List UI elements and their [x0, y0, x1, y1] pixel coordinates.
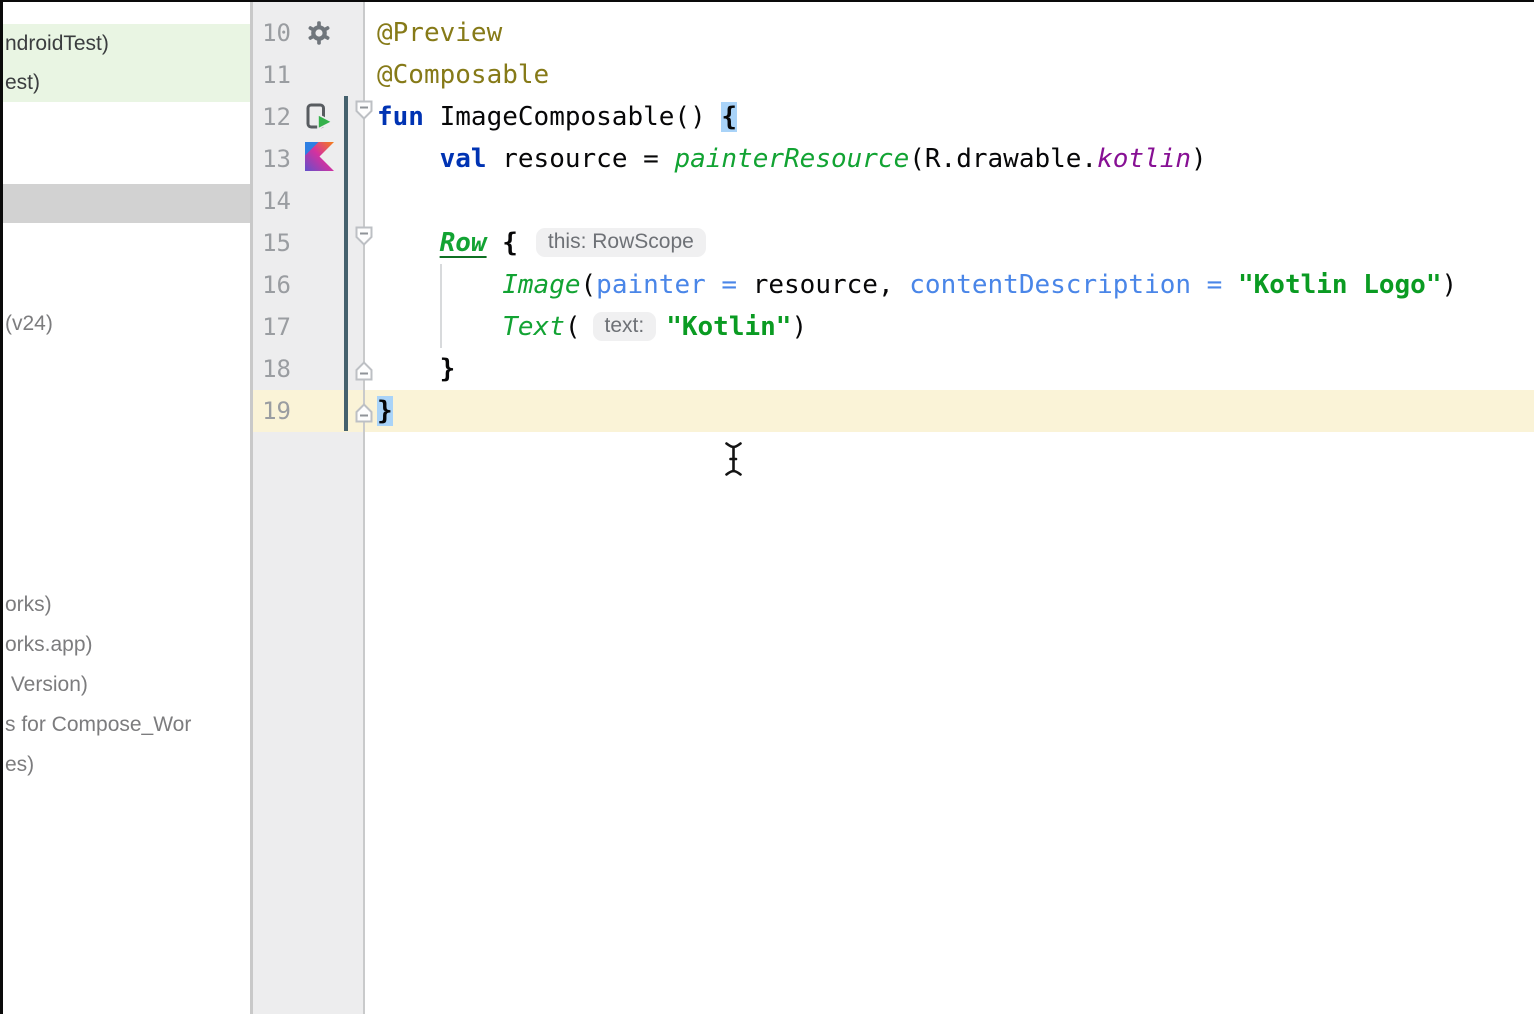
- code-token: }: [377, 354, 455, 384]
- code-token: [377, 144, 440, 174]
- code-token: ): [1191, 144, 1207, 174]
- code-line-14[interactable]: [366, 180, 377, 222]
- run-preview-icon[interactable]: [305, 103, 335, 138]
- gear-icon[interactable]: [306, 20, 332, 51]
- code-token: ): [791, 312, 807, 342]
- code-token: {: [502, 228, 518, 258]
- line-number: 13: [253, 138, 291, 180]
- fold-end-marker[interactable]: [352, 398, 376, 425]
- fold-start-marker[interactable]: [352, 98, 376, 125]
- code-token: "Kotlin Logo": [1238, 270, 1442, 300]
- code-token: painter =: [596, 270, 753, 300]
- code-token: Image: [502, 270, 580, 300]
- code-token: resource =: [502, 144, 674, 174]
- inlay-hint: this: RowScope: [536, 228, 706, 257]
- code-line-12[interactable]: fun ImageComposable() {: [366, 96, 737, 138]
- tree-item[interactable]: est): [3, 63, 250, 102]
- code-token: }: [377, 396, 393, 426]
- gutter-editor-separator: [363, 2, 365, 1014]
- panel-splitter[interactable]: [250, 2, 253, 1014]
- line-number: 14: [253, 180, 291, 222]
- vcs-changed-lines-bar[interactable]: [344, 96, 348, 431]
- line-number: 18: [253, 348, 291, 390]
- tree-item[interactable]: s for Compose_Wor: [3, 705, 250, 745]
- tree-item[interactable]: orks): [3, 585, 250, 625]
- code-token: [487, 228, 503, 258]
- code-token: contentDescription =: [909, 270, 1238, 300]
- line-number: 19: [253, 390, 291, 432]
- kotlin-logo-icon[interactable]: [304, 141, 335, 177]
- code-token: val: [440, 144, 503, 174]
- code-token: ImageComposable(): [440, 102, 722, 132]
- code-token: (: [565, 312, 581, 342]
- code-line-13[interactable]: val resource = painterResource(R.drawabl…: [366, 138, 1207, 180]
- code-token: ): [1442, 270, 1458, 300]
- fold-start-marker[interactable]: [352, 224, 376, 251]
- line-number: 16: [253, 264, 291, 306]
- code-token: Row: [440, 228, 487, 258]
- code-token: Text: [502, 312, 565, 342]
- code-token: (: [581, 270, 597, 300]
- code-token: fun: [377, 102, 440, 132]
- code-line-15[interactable]: Row { this: RowScope: [366, 222, 706, 264]
- line-number: 10: [253, 12, 291, 54]
- code-token: painterResource: [674, 144, 909, 174]
- caret-line-highlight: [253, 390, 1534, 432]
- line-number: 15: [253, 222, 291, 264]
- fold-end-marker[interactable]: [352, 356, 376, 383]
- code-line-10[interactable]: @Preview: [366, 12, 502, 54]
- code-token: [377, 228, 440, 258]
- code-token: resource,: [753, 270, 910, 300]
- inlay-hint: text:: [593, 312, 657, 341]
- line-number: 17: [253, 306, 291, 348]
- tree-item[interactable]: (v24): [3, 304, 250, 344]
- code-token: @Preview: [377, 18, 502, 48]
- tree-item[interactable]: es): [3, 745, 250, 785]
- ibeam-mouse-cursor: [722, 439, 746, 484]
- ide-window: { "app": "code-editor", "colors": { "ann…: [0, 0, 1534, 1014]
- code-token: [377, 270, 502, 300]
- code-line-17[interactable]: Text( text: "Kotlin"): [366, 306, 807, 348]
- code-token: @Composable: [377, 60, 549, 90]
- line-number: 12: [253, 96, 291, 138]
- line-number: 11: [253, 54, 291, 96]
- code-token: (R.drawable.: [909, 144, 1097, 174]
- tree-item[interactable]: [3, 184, 250, 223]
- code-token: kotlin: [1097, 144, 1191, 174]
- tree-item[interactable]: ndroidTest): [3, 24, 250, 63]
- tree-item[interactable]: orks.app): [3, 625, 250, 665]
- code-line-18[interactable]: }: [366, 348, 455, 390]
- code-token: [377, 312, 502, 342]
- code-line-11[interactable]: @Composable: [366, 54, 549, 96]
- code-token: "Kotlin": [666, 312, 791, 342]
- code-line-16[interactable]: Image(painter = resource, contentDescrip…: [366, 264, 1457, 306]
- project-tree-panel: ndroidTest)est) (v24) orks)orks.app) Versi…: [3, 2, 250, 1014]
- code-token: {: [721, 102, 737, 132]
- tree-item[interactable]: Version): [3, 665, 250, 705]
